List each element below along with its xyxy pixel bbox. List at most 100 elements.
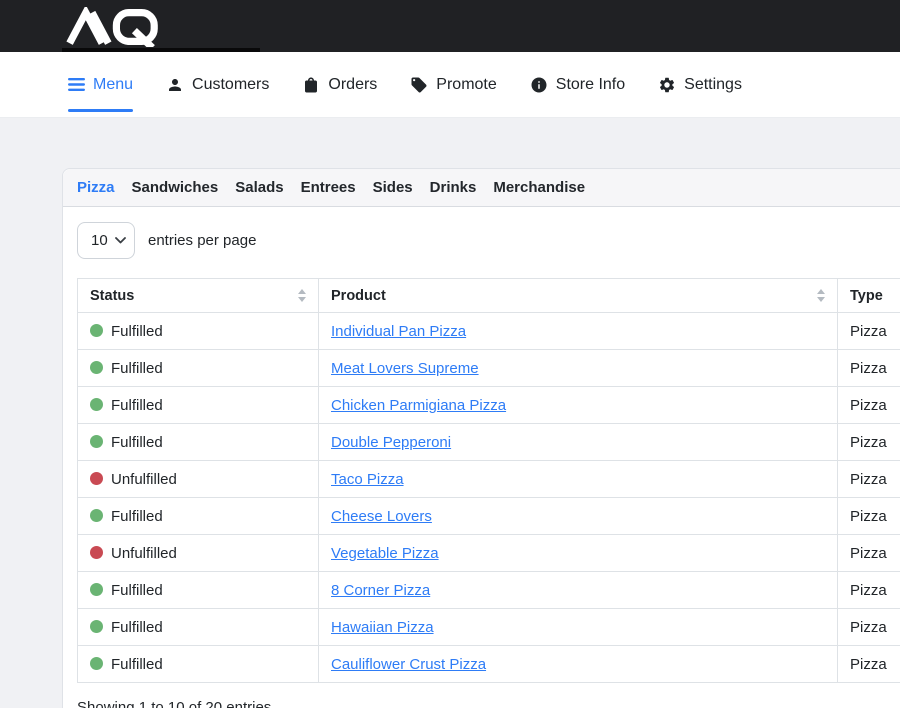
- product-cell: Individual Pan Pizza: [319, 313, 838, 350]
- type-cell: Pizza: [838, 535, 900, 572]
- main-nav: Menu Customers Orders Promote Store Info: [0, 52, 900, 118]
- table-row: Fulfilled Meat Lovers Supreme Pizza: [78, 350, 900, 387]
- person-icon: [166, 76, 184, 94]
- status-cell: Fulfilled: [78, 424, 319, 461]
- column-header-label: Product: [331, 288, 386, 304]
- status-cell: Unfulfilled: [78, 461, 319, 498]
- entries-per-page-select[interactable]: 10: [77, 222, 135, 259]
- product-link[interactable]: Cheese Lovers: [331, 508, 432, 525]
- product-cell: Meat Lovers Supreme: [319, 350, 838, 387]
- menu-table: Status Product: [77, 278, 900, 683]
- product-link[interactable]: Cauliflower Crust Pizza: [331, 656, 486, 673]
- tab-salads[interactable]: Salads: [235, 179, 283, 196]
- tab-merchandise[interactable]: Merchandise: [493, 179, 585, 196]
- top-bar: [0, 0, 900, 52]
- shopping-bag-icon: [302, 76, 320, 94]
- type-cell: Pizza: [838, 461, 900, 498]
- main-content: Pizza Sandwiches Salads Entrees Sides Dr…: [0, 118, 900, 708]
- product-link[interactable]: Taco Pizza: [331, 471, 404, 488]
- app-window: Menu Customers Orders Promote Store Info: [0, 0, 900, 708]
- menu-table-body: FulfilledIndividual Pan PizzaPizzaFulfil…: [78, 313, 900, 683]
- table-row: FulfilledCheese LoversPizza: [78, 498, 900, 535]
- column-header-status[interactable]: Status: [78, 279, 319, 313]
- aiq-logo-icon: [66, 7, 174, 47]
- nav-item-label: Orders: [328, 76, 377, 94]
- category-tabs: Pizza Sandwiches Salads Entrees Sides Dr…: [63, 169, 900, 207]
- type-cell: Pizza: [838, 646, 900, 683]
- product-cell: Double Pepperoni: [319, 424, 838, 461]
- product-link[interactable]: Individual Pan Pizza: [331, 323, 466, 340]
- product-cell: Taco Pizza: [319, 461, 838, 498]
- status-dot: [90, 435, 103, 448]
- product-link[interactable]: Chicken Parmigiana Pizza: [331, 397, 506, 414]
- type-cell: Pizza: [838, 609, 900, 646]
- entries-per-page-label: entries per page: [148, 232, 256, 249]
- nav-item-orders[interactable]: Orders: [302, 52, 377, 117]
- nav-item-customers[interactable]: Customers: [166, 52, 269, 117]
- tag-icon: [410, 76, 428, 94]
- tab-sides[interactable]: Sides: [373, 179, 413, 196]
- product-cell: Chicken Parmigiana Pizza: [319, 387, 838, 424]
- product-cell: 8 Corner Pizza: [319, 572, 838, 609]
- product-cell: Cauliflower Crust Pizza: [319, 646, 838, 683]
- product-link[interactable]: Meat Lovers Supreme: [331, 360, 479, 377]
- status-dot: [90, 361, 103, 374]
- column-header-product[interactable]: Product: [319, 279, 838, 313]
- table-row: Fulfilled Double Pepperoni Pizza: [78, 424, 900, 461]
- tab-pizza[interactable]: Pizza: [77, 179, 115, 196]
- status-dot: [90, 472, 103, 485]
- nav-item-settings[interactable]: Settings: [658, 52, 742, 117]
- status-cell: Fulfilled: [78, 646, 319, 683]
- info-circle-icon: [530, 76, 548, 94]
- menu-card: Pizza Sandwiches Salads Entrees Sides Dr…: [62, 168, 900, 708]
- nav-item-store-info[interactable]: Store Info: [530, 52, 625, 117]
- nav-item-label: Menu: [93, 76, 133, 94]
- table-row: FulfilledChicken Parmigiana PizzaPizza: [78, 387, 900, 424]
- card-body: 10 entries per page S: [63, 207, 900, 708]
- status-cell: Fulfilled: [78, 572, 319, 609]
- type-cell: Pizza: [838, 313, 900, 350]
- gear-icon: [658, 76, 676, 94]
- product-cell: Vegetable Pizza: [319, 535, 838, 572]
- sort-icon: [298, 289, 306, 302]
- aiq-logo[interactable]: [66, 7, 174, 52]
- status-dot: [90, 398, 103, 411]
- product-link[interactable]: Hawaiian Pizza: [331, 619, 434, 636]
- tab-drinks[interactable]: Drinks: [430, 179, 477, 196]
- type-cell: Pizza: [838, 424, 900, 461]
- table-row: Fulfilled Individual Pan Pizza Pizza: [78, 313, 900, 350]
- status-dot: [90, 620, 103, 633]
- nav-item-promote[interactable]: Promote: [410, 52, 496, 117]
- column-header-type[interactable]: Type: [838, 279, 900, 313]
- sort-icon: [817, 289, 825, 302]
- table-row: Fulfilled 8 Corner Pizza Pizza: [78, 572, 900, 609]
- nav-item-label: Store Info: [556, 76, 625, 94]
- hamburger-icon: [68, 78, 85, 91]
- nav-item-label: Settings: [684, 76, 742, 94]
- status-cell: Fulfilled: [78, 387, 319, 424]
- product-link[interactable]: Vegetable Pizza: [331, 545, 439, 562]
- table-row: FulfilledHawaiian PizzaPizza: [78, 609, 900, 646]
- type-cell: Pizza: [838, 572, 900, 609]
- nav-item-label: Promote: [436, 76, 496, 94]
- status-cell: Unfulfilled: [78, 535, 319, 572]
- column-header-label: Type: [850, 288, 883, 304]
- tab-entrees[interactable]: Entrees: [301, 179, 356, 196]
- product-link[interactable]: Double Pepperoni: [331, 434, 451, 451]
- nav-item-menu[interactable]: Menu: [68, 52, 133, 117]
- status-dot: [90, 583, 103, 596]
- status-dot: [90, 657, 103, 670]
- table-row: Fulfilled Cauliflower Crust Pizza Pizza: [78, 646, 900, 683]
- table-row: Unfulfilled Taco Pizza Pizza: [78, 461, 900, 498]
- product-link[interactable]: 8 Corner Pizza: [331, 582, 430, 599]
- product-cell: Cheese Lovers: [319, 498, 838, 535]
- product-cell: Hawaiian Pizza: [319, 609, 838, 646]
- status-cell: Fulfilled: [78, 313, 319, 350]
- page-size-row: 10 entries per page: [77, 222, 900, 259]
- tab-sandwiches[interactable]: Sandwiches: [132, 179, 219, 196]
- status-dot: [90, 324, 103, 337]
- status-dot: [90, 546, 103, 559]
- column-header-label: Status: [90, 288, 134, 304]
- type-cell: Pizza: [838, 350, 900, 387]
- status-cell: Fulfilled: [78, 350, 319, 387]
